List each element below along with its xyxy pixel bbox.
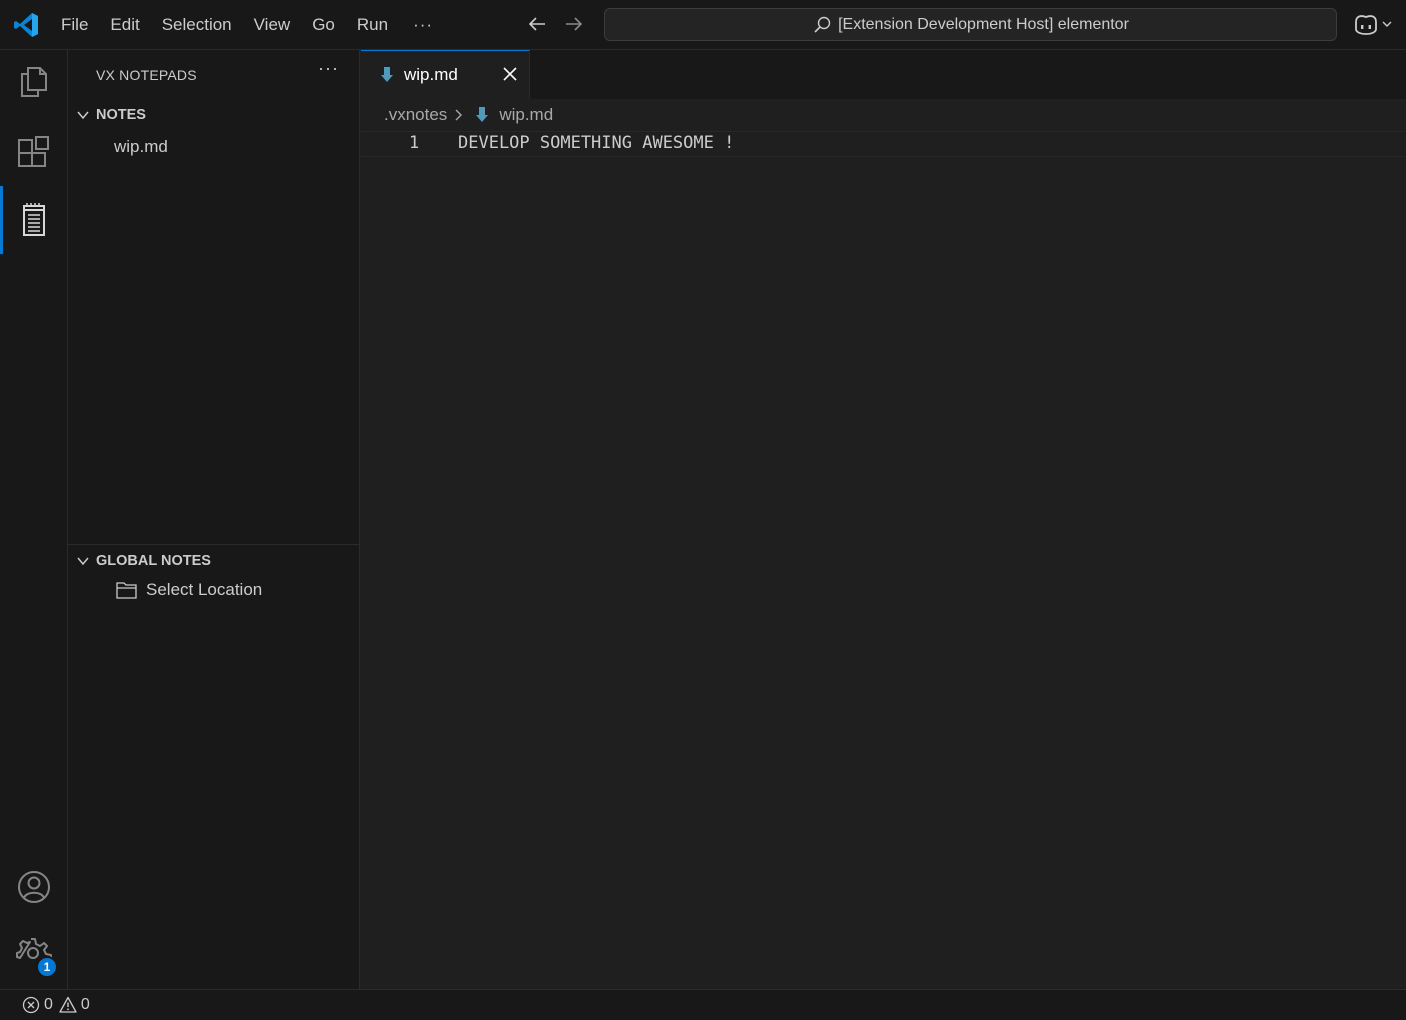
extensions-icon[interactable]: [16, 134, 52, 170]
note-item-wip-md[interactable]: wip.md: [114, 137, 168, 157]
tab-wip-md[interactable]: wip.md: [361, 50, 530, 99]
settings-update-badge: 1: [36, 956, 58, 978]
vscode-logo-icon[interactable]: [13, 12, 39, 38]
copilot-menu-button[interactable]: [1352, 10, 1398, 38]
breadcrumb: .vxnotes wip.md: [384, 105, 553, 125]
editor-area: wip.md .vxnotes wip.md 1 DEVELOP SOMETHI…: [361, 50, 1406, 989]
global-notes-section-header[interactable]: GLOBAL NOTES: [68, 548, 360, 574]
back-arrow-icon[interactable]: [526, 13, 548, 35]
search-icon: [814, 16, 831, 33]
tab-label: wip.md: [404, 65, 458, 84]
sidebar: VX NOTEPADS ··· NOTES wip.md GLOBAL NOTE…: [68, 50, 360, 989]
command-center-label: [Extension Development Host] elementor: [838, 15, 1129, 33]
menu-go[interactable]: Go: [301, 0, 346, 50]
chevron-down-icon: [77, 557, 89, 566]
forward-arrow-icon[interactable]: [563, 13, 585, 35]
code-line-text[interactable]: DEVELOP SOMETHING AWESOME !: [458, 133, 734, 153]
select-location-item[interactable]: Select Location: [116, 580, 262, 600]
line-number: 1: [409, 133, 420, 153]
menu-selection[interactable]: Selection: [151, 0, 243, 50]
problems-status[interactable]: 0 0: [22, 996, 96, 1014]
menu-bar: File Edit Selection View Go Run ···: [50, 0, 447, 50]
markdown-file-icon: [476, 107, 489, 122]
tab-bar: wip.md: [361, 50, 1406, 99]
global-notes-section-label: GLOBAL NOTES: [96, 553, 211, 569]
sidebar-title: VX NOTEPADS: [96, 67, 197, 83]
active-view-indicator: [0, 186, 3, 254]
chevron-down-icon: [77, 111, 89, 120]
notes-section-header[interactable]: NOTES: [68, 102, 360, 128]
status-bar: 0 0: [0, 989, 1406, 1020]
close-icon[interactable]: [502, 66, 518, 82]
warning-icon: [59, 996, 77, 1013]
error-icon: [22, 996, 40, 1014]
menu-file[interactable]: File: [50, 0, 99, 50]
chevron-right-icon: [455, 109, 463, 121]
chevron-down-icon: [1382, 21, 1392, 27]
breadcrumb-file[interactable]: wip.md: [499, 105, 553, 125]
menu-edit[interactable]: Edit: [99, 0, 150, 50]
notepad-icon[interactable]: [16, 202, 52, 238]
command-center-search[interactable]: [Extension Development Host] elementor: [604, 8, 1337, 41]
title-bar: File Edit Selection View Go Run ··· [Ext…: [0, 0, 1406, 50]
error-count: 0: [44, 996, 53, 1013]
section-divider: [68, 544, 360, 545]
account-icon[interactable]: [16, 869, 52, 905]
sidebar-more-actions-button[interactable]: ···: [318, 58, 339, 79]
menu-run[interactable]: Run: [346, 0, 399, 50]
menu-view[interactable]: View: [243, 0, 302, 50]
select-location-label: Select Location: [146, 580, 263, 599]
copilot-icon: [1355, 15, 1377, 35]
breadcrumb-folder[interactable]: .vxnotes: [384, 105, 447, 125]
explorer-icon[interactable]: [16, 64, 52, 100]
notes-section-label: NOTES: [96, 107, 146, 123]
folder-icon: [116, 582, 137, 599]
activity-bar: 1: [0, 50, 68, 989]
warning-count: 0: [80, 996, 90, 1013]
markdown-file-icon: [381, 67, 393, 82]
menu-more-button[interactable]: ···: [399, 3, 447, 47]
